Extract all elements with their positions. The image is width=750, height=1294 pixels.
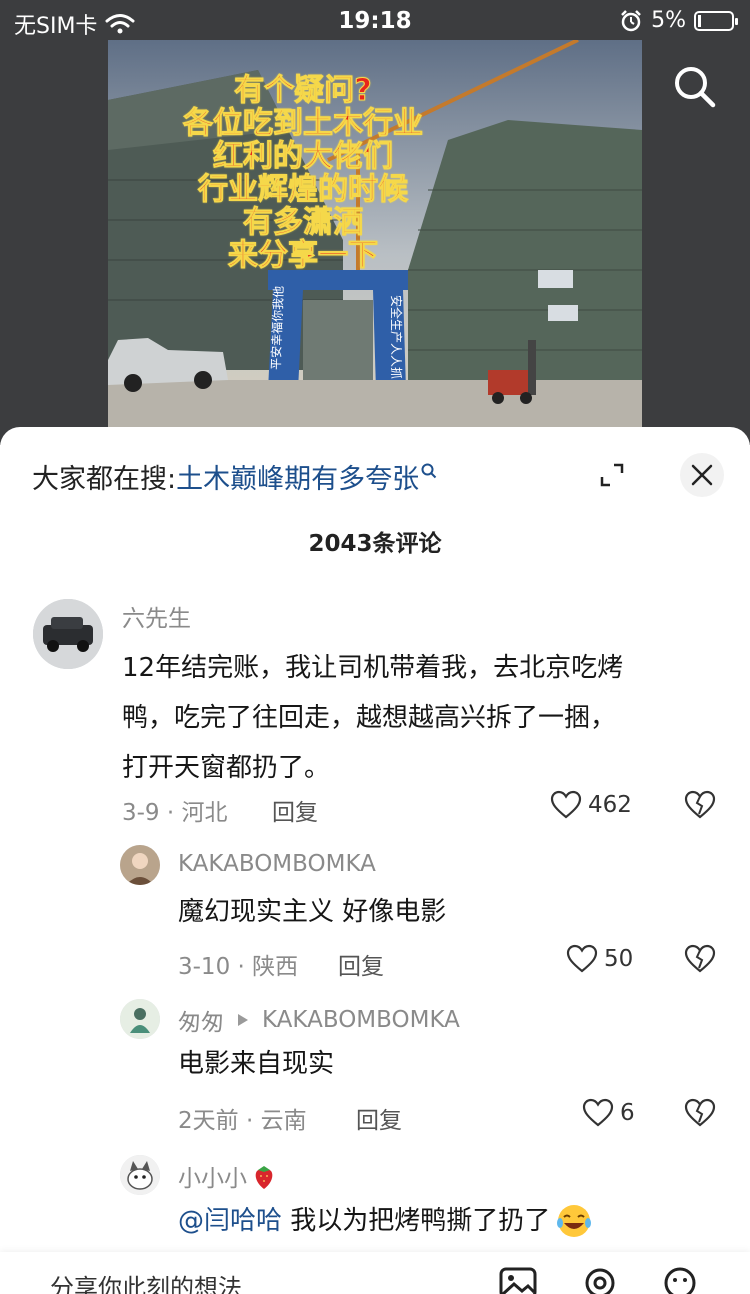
comment-meta: 2天前 · 云南 [178,1108,307,1134]
mention-button[interactable] [580,1266,620,1294]
comment-sheet: 大家都在搜: 土木巅峰期有多夸张 2043条评论 六先生 12年结完账，我让司机… [0,427,750,1294]
video-overlay-caption: 有个疑问? 各位吃到土木行业 红利的大佬们 行业辉煌的时候 有多潇洒 来分享一下 [108,73,498,273]
dislike-button[interactable] [684,1098,716,1128]
comment-author[interactable]: KAKABOMBOMKA [178,851,376,877]
broken-heart-icon [684,1098,716,1127]
reply-button[interactable]: 回复 [356,1101,402,1135]
avatar[interactable] [33,599,103,669]
trending-search-prefix: 大家都在搜: [32,464,177,495]
expand-icon [600,463,624,487]
battery-percent: 5% [651,8,686,33]
image-button[interactable] [498,1266,538,1294]
like-button[interactable]: 6 [582,1098,635,1128]
laughing-emoji-icon [557,1205,592,1237]
dislike-button[interactable] [684,790,716,820]
heart-icon [566,944,598,973]
video-area: 平安幸福你我他 安全生产人人抓 有个疑问? 各位吃到土木行业 红利的大佬们 行业… [0,0,750,445]
comment-input-placeholder[interactable]: 分享你此刻的想法 [50,1268,242,1294]
search-small-icon [421,463,437,478]
comment-text: 电影来自现实 [178,1049,335,1079]
image-icon [499,1267,537,1294]
heart-icon [550,790,582,819]
user-avatar-image [120,999,160,1039]
comment-text-body: 我以为把烤鸭撕了扔了 [282,1206,551,1236]
comment-author-line: 小小小 [178,1159,279,1193]
reply-item: 小小小 @闫哈哈 我以为把烤鸭撕了扔了 [0,1153,750,1263]
comment-author[interactable]: 六先生 [122,599,191,633]
emoji-button[interactable] [660,1266,700,1294]
comment-text-line: 打开天窗都扔了。 [122,753,331,783]
comment-input-bar[interactable]: 分享你此刻的想法 [0,1252,750,1294]
close-icon [691,464,713,486]
search-button[interactable] [670,62,718,110]
comment-text: 12年结完账，我让司机带着我，去北京吃烤 鸭，吃完了往回走，越想越高兴拆了一捆，… [122,643,623,793]
comment-text: 魔幻现实主义 好像电影 [178,897,447,927]
car-avatar-image [33,599,103,669]
like-count: 6 [620,1100,635,1126]
reply-item: KAKABOMBOMKA 魔幻现实主义 好像电影 3-10 · 陕西 回复 50 [0,843,750,983]
like-button[interactable]: 50 [566,944,633,974]
dislike-button[interactable] [684,944,716,974]
emoji-icon [664,1267,696,1294]
comment-text: @闫哈哈 我以为把烤鸭撕了扔了 [178,1203,594,1239]
avatar[interactable] [120,999,160,1039]
broken-heart-icon [684,944,716,973]
avatar[interactable] [120,845,160,885]
reply-arrow-icon [238,1014,248,1026]
comment-author-line: 匆匆 KAKABOMBOMKA [178,1003,460,1037]
overlay-line-5: 有多潇洒 [243,205,364,240]
alarm-icon [621,9,641,31]
comment-meta: 3-10 · 陕西 [178,954,299,980]
trending-search-link[interactable]: 大家都在搜: 土木巅峰期有多夸张 [32,457,437,496]
like-count: 50 [604,946,634,972]
comment-count-title: 2043条评论 [308,531,442,557]
expand-button[interactable] [590,453,634,497]
comment-author[interactable]: 匆匆 [178,1003,224,1037]
overlay-line-6: 来分享一下 [228,238,379,273]
trending-search-term: 土木巅峰期有多夸张 [176,464,420,495]
comment-text-line: 鸭，吃完了往回走，越想越高兴拆了一捆， [122,703,617,733]
battery-icon [694,10,738,31]
gate-right-slogan: 安全生产人人抓 [389,295,404,379]
comment-text-line: 12年结完账，我让司机带着我，去北京吃烤 [122,653,624,683]
heart-icon [582,1098,614,1127]
reply-item: 匆匆 KAKABOMBOMKA 电影来自现实 2天前 · 云南 回复 6 [0,997,750,1137]
overlay-line-2: 各位吃到土木行业 [183,106,424,141]
reply-button[interactable]: 回复 [338,947,384,981]
reply-target-author[interactable]: KAKABOMBOMKA [262,1007,460,1033]
comment-author[interactable]: 小小小 [178,1159,247,1193]
overlay-line-4: 行业辉煌的时候 [198,172,409,207]
video-frame[interactable]: 平安幸福你我他 安全生产人人抓 有个疑问? 各位吃到土木行业 红利的大佬们 行业… [108,40,642,430]
mention-link[interactable]: @闫哈哈 [178,1204,282,1238]
search-icon [675,67,716,108]
at-sign-icon [585,1268,615,1294]
like-count: 462 [588,792,632,818]
broken-heart-icon [684,790,716,819]
overlay-line-1: 有个疑问? [234,73,372,108]
overlay-line-3: 红利的大佬们 [213,139,394,174]
user-avatar-image [120,845,160,885]
avatar[interactable] [120,1155,160,1195]
like-button[interactable]: 462 [550,790,632,820]
comment-meta: 3-9 · 河北 [122,800,228,826]
reply-button[interactable]: 回复 [272,793,318,827]
gate-left-slogan: 平安幸福你我他 [268,286,286,370]
comment-item: 六先生 12年结完账，我让司机带着我，去北京吃烤 鸭，吃完了往回走，越想越高兴拆… [0,597,750,827]
strawberry-icon [255,1166,273,1189]
status-bar: 无SIM卡 19:18 5% [0,0,750,44]
cat-avatar-image [120,1155,160,1195]
close-button[interactable] [680,453,724,497]
